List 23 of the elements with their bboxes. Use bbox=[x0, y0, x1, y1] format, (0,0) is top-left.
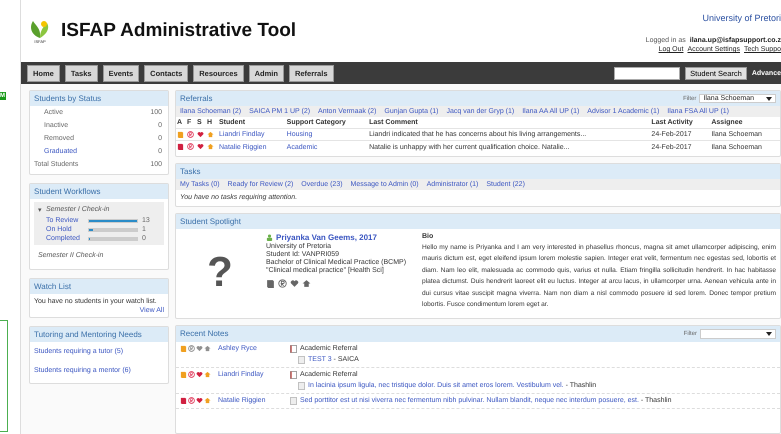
panel-title: Tutoring and Mentoring Needs bbox=[30, 327, 168, 342]
registered-icon bbox=[278, 278, 287, 288]
app-title: ISFAP Administrative Tool bbox=[61, 20, 296, 42]
note-icon bbox=[290, 344, 297, 353]
panel-title: Student Workflows bbox=[30, 184, 168, 199]
note-icon bbox=[290, 370, 297, 379]
caret-icon bbox=[766, 96, 772, 100]
student-name-link[interactable]: Priyanka Van Geems, 2017 bbox=[276, 232, 377, 242]
question-mark-icon: ? bbox=[207, 250, 233, 293]
panel-title: Watch List bbox=[30, 279, 168, 294]
student-icon bbox=[266, 234, 273, 241]
heart-icon bbox=[290, 278, 299, 288]
panel-title: Tasks bbox=[176, 164, 780, 179]
caret-icon bbox=[766, 332, 772, 336]
document-icon bbox=[298, 356, 305, 364]
university-name: University of Pretori bbox=[702, 13, 781, 23]
panel-title: Student Spotlight bbox=[176, 214, 780, 229]
book-icon bbox=[266, 278, 275, 288]
search-field[interactable] bbox=[614, 66, 680, 80]
panel-title: Recent Notes bbox=[180, 329, 228, 338]
panel-title: Referrals bbox=[180, 94, 212, 103]
home-icon bbox=[302, 278, 311, 288]
panel-title: Students by Status bbox=[30, 91, 168, 106]
